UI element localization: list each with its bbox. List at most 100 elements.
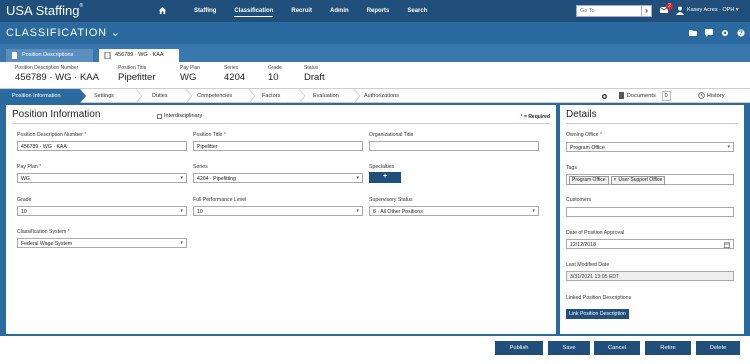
summary-title: Position Title Pipefitter: [118, 65, 156, 83]
label-text: Position Description Number: [17, 132, 83, 138]
summary-value: WG: [180, 72, 197, 83]
content-area: Position Information Interdisciplinary *…: [0, 103, 750, 336]
linked-pd-label: Linked Position Descriptions: [566, 295, 632, 301]
history-icon: [698, 92, 705, 99]
label-text: Classification System: [17, 229, 67, 235]
nav-recruit[interactable]: Recruit: [282, 0, 321, 22]
link-position-description-button[interactable]: Link Position Description: [566, 309, 629, 319]
chevron-right-icon: [645, 8, 649, 14]
series-select[interactable]: 4204 · Pipefitting: [193, 173, 363, 183]
comment-icon[interactable]: [705, 29, 713, 37]
series-label: Series: [193, 164, 208, 170]
interdisciplinary-checkbox[interactable]: [157, 114, 162, 119]
goto-button[interactable]: [641, 5, 652, 17]
approval-date-label: Date of Position Approval: [566, 230, 625, 236]
document-icon: [12, 52, 17, 59]
step-settings[interactable]: Settings: [94, 89, 114, 103]
history-button[interactable]: History: [698, 89, 725, 103]
home-icon[interactable]: [158, 6, 167, 15]
nav-reports[interactable]: Reports: [358, 0, 399, 22]
step-arrow-icon: [186, 89, 192, 103]
grade-select[interactable]: 10: [17, 206, 187, 216]
nav-search[interactable]: Search: [398, 0, 436, 22]
supervisory-status-select[interactable]: 8 · All Other Positions: [369, 206, 539, 216]
summary-pay-plan: Pay Plan WG: [180, 65, 200, 83]
cancel-button[interactable]: Cancel: [594, 341, 640, 355]
documents-button[interactable]: Documents 0: [618, 89, 671, 103]
summary-label: Series: [224, 65, 239, 71]
step-authorizations[interactable]: Authorizations: [364, 89, 399, 103]
nav-admin[interactable]: Admin: [321, 0, 358, 22]
summary-pd-number: Position Description Number 456789 · WG …: [15, 65, 99, 83]
summary-status: Status Draft: [304, 65, 325, 83]
panel-title: Details: [566, 109, 597, 120]
step-arrow-icon: [249, 89, 255, 103]
delete-button[interactable]: Delete: [696, 341, 740, 355]
classification-system-select[interactable]: Federal Wage System: [17, 238, 187, 248]
folder-icon[interactable]: [689, 29, 697, 37]
summary-value: 456789 · WG · KAA: [15, 72, 99, 83]
supervisory-status-label: Supervisory Status: [369, 197, 413, 203]
gear-icon[interactable]: [601, 93, 608, 100]
app-logo[interactable]: USA Staffing®: [6, 3, 83, 18]
full-performance-select[interactable]: 10: [193, 206, 363, 216]
retire-button[interactable]: Retire: [645, 341, 691, 355]
org-title-label: Organizational Title: [369, 132, 414, 138]
pd-number-input[interactable]: 456789 · WG · KAA: [17, 141, 187, 151]
tab-current-pd[interactable]: 456789 · WG · KAA: [99, 49, 179, 62]
step-arrow-icon: [354, 89, 360, 103]
tag-label: User Support Office: [618, 177, 663, 183]
document-icon: [619, 91, 624, 99]
tab-position-descriptions[interactable]: Position Descriptions: [6, 49, 93, 62]
user-icon[interactable]: [676, 6, 684, 15]
save-button[interactable]: Save: [548, 341, 590, 355]
step-arrow-icon: [80, 89, 86, 103]
user-menu[interactable]: Kasey Acres · OPH ▾: [687, 7, 739, 13]
nav-classification[interactable]: Classification: [225, 0, 282, 22]
module-title[interactable]: CLASSIFICATION ⌄: [6, 26, 121, 39]
gear-icon[interactable]: [721, 29, 729, 37]
main-nav: Staffing Classification Recruit Admin Re…: [185, 0, 436, 22]
position-info-panel: Position Information Interdisciplinary *…: [6, 105, 556, 334]
step-position-information[interactable]: Position Information: [0, 89, 80, 103]
tag-label: Program Office: [572, 177, 606, 183]
step-competencies[interactable]: Competencies: [197, 89, 232, 103]
position-title-input[interactable]: Pipefitter: [193, 141, 363, 151]
customers-input[interactable]: [566, 207, 734, 217]
action-bar: Publish Save Cancel Retire Delete: [0, 336, 750, 364]
position-title-label: Position Title *: [193, 132, 226, 138]
calendar-icon[interactable]: [724, 242, 730, 248]
approval-date-input[interactable]: 12/12/2018: [566, 239, 734, 249]
document-tabs: Position Descriptions 456789 · WG · KAA: [0, 44, 750, 62]
step-factors[interactable]: Factors: [262, 89, 280, 103]
details-panel: Details Owning Office * Program Office T…: [560, 105, 744, 334]
pd-number-label: Position Description Number *: [17, 132, 87, 138]
tag-chip[interactable]: × User Support Office: [610, 176, 666, 185]
nav-staffing[interactable]: Staffing: [185, 0, 225, 22]
summary-value: 10: [268, 72, 279, 83]
tags-label: Tags: [566, 165, 577, 171]
step-arrow-icon: [136, 89, 142, 103]
specialties-label: Specialties: [369, 164, 395, 170]
step-navigation: Position Information Settings Duties Com…: [0, 88, 750, 103]
publish-button[interactable]: Publish: [495, 341, 543, 355]
last-modified-label: Last Modified Date: [566, 262, 610, 268]
step-duties[interactable]: Duties: [152, 89, 168, 103]
tag-chip[interactable]: Program Office: [569, 176, 609, 185]
svg-text:?: ?: [739, 31, 743, 37]
step-evaluation[interactable]: Evaluation: [313, 89, 339, 103]
notification-badge: 2: [666, 3, 673, 10]
remove-tag-icon[interactable]: ×: [614, 177, 617, 183]
org-title-input[interactable]: [369, 141, 539, 151]
sub-header: CLASSIFICATION ⌄ ?: [0, 22, 750, 44]
tags-input[interactable]: Program Office × User Support Office: [566, 174, 734, 185]
classification-system-label: Classification System *: [17, 229, 70, 235]
date-value: 12/12/2018: [570, 242, 596, 248]
help-icon[interactable]: ?: [737, 29, 745, 37]
summary-label: Grade: [268, 65, 282, 71]
owning-office-select[interactable]: Program Office: [566, 142, 734, 152]
pd-summary: Position Description Number 456789 · WG …: [0, 62, 750, 88]
pay-plan-select[interactable]: WG: [17, 173, 187, 183]
summary-label: Position Description Number: [15, 65, 79, 71]
add-specialty-button[interactable]: +: [369, 172, 401, 183]
